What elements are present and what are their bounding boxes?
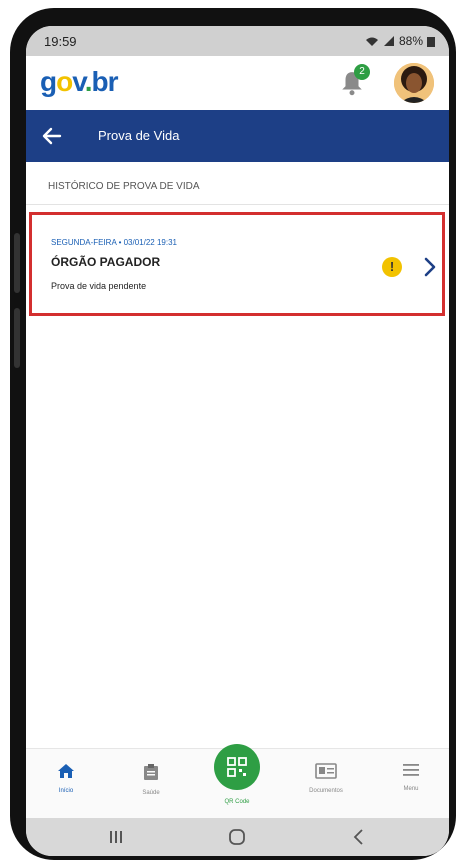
notification-badge: 2	[354, 64, 370, 80]
tab-documentos[interactable]: Documentos	[291, 763, 361, 794]
recent-apps-icon[interactable]	[108, 829, 124, 845]
warning-icon: !	[382, 257, 402, 277]
record-status: Prova de vida pendente	[51, 281, 147, 291]
signal-icon	[383, 36, 394, 46]
user-photo-icon	[394, 63, 434, 103]
system-back-icon[interactable]	[351, 828, 365, 846]
gov-br-logo: gov.br	[40, 66, 119, 97]
list-item[interactable]: SEGUNDA-FEIRA • 03/01/22 19:31 ÓRGÃO PAG…	[29, 212, 445, 316]
tab-menu[interactable]: Menu	[376, 763, 446, 792]
status-bar: 19:59 88%	[26, 26, 449, 56]
power-button	[14, 308, 20, 368]
tab-label: Menu	[403, 786, 419, 792]
home-button-icon[interactable]	[228, 828, 246, 846]
phone-screen: 19:59 88% gov.br 2 Prova de Vida HISTÓRI…	[26, 26, 449, 856]
menu-icon	[403, 764, 419, 776]
section-title: HISTÓRICO DE PROVA DE VIDA	[48, 181, 200, 192]
battery-icon	[427, 36, 435, 47]
status-icons: 88%	[365, 34, 435, 48]
id-card-icon	[315, 763, 337, 779]
home-icon	[58, 764, 74, 778]
back-arrow-icon[interactable]	[40, 124, 64, 148]
chevron-right-icon[interactable]	[422, 255, 438, 279]
bottom-tab-bar: Início Saúde QR Code Documentos Menu	[26, 744, 449, 819]
record-date: SEGUNDA-FEIRA • 03/01/22 19:31	[51, 238, 177, 247]
page-navbar: Prova de Vida	[26, 110, 449, 162]
avatar[interactable]	[394, 63, 434, 103]
system-navigation-bar	[26, 818, 449, 856]
tab-label: Início	[58, 788, 74, 794]
tab-inicio[interactable]: Início	[31, 763, 101, 794]
tab-label: Documentos	[309, 788, 343, 794]
qr-code-button[interactable]	[214, 744, 260, 790]
divider	[26, 204, 449, 205]
volume-button	[14, 233, 20, 293]
record-organ: ÓRGÃO PAGADOR	[51, 255, 161, 269]
wifi-icon	[365, 37, 378, 46]
tab-saude[interactable]: Saúde	[116, 763, 186, 796]
qr-code-icon	[227, 757, 247, 777]
page-title: Prova de Vida	[98, 128, 180, 143]
status-time: 19:59	[44, 34, 77, 49]
tab-label: Saúde	[142, 790, 160, 796]
app-header: gov.br 2	[26, 56, 449, 108]
tab-label: QR Code	[224, 799, 250, 805]
clipboard-icon	[144, 764, 158, 780]
battery-percent: 88%	[398, 34, 423, 48]
